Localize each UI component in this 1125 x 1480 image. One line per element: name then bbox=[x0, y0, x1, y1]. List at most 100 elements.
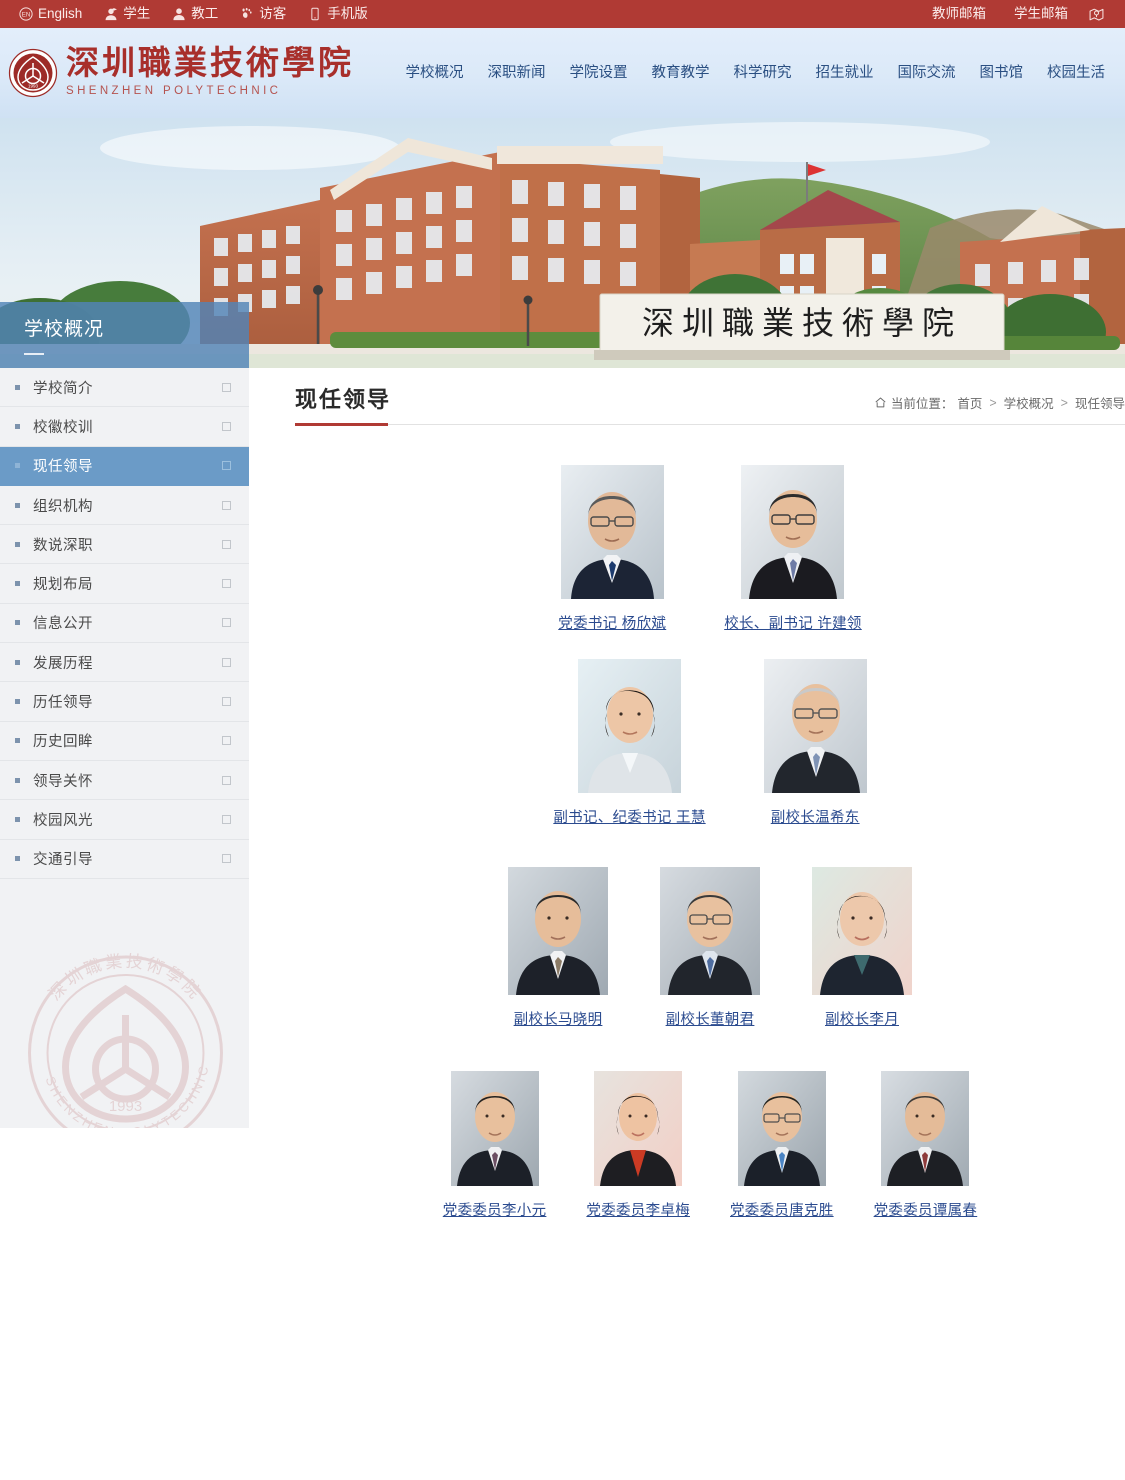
title-divider bbox=[295, 423, 1125, 426]
breadcrumb-item-school-overview[interactable]: 学校概况 bbox=[1004, 393, 1054, 412]
staff-icon bbox=[172, 7, 186, 21]
topbar-link-english[interactable]: EN English bbox=[8, 0, 93, 28]
leader-photo bbox=[450, 1071, 539, 1186]
square-icon bbox=[222, 382, 231, 392]
leader-name[interactable]: 副校长董朝君 bbox=[666, 1008, 755, 1029]
sidebar-item-development-history[interactable]: 发展历程 bbox=[0, 643, 249, 683]
nav-item-international[interactable]: 国际交流 bbox=[886, 55, 968, 91]
map-pin-icon[interactable] bbox=[1082, 6, 1105, 23]
nav-item-campus-life[interactable]: 校园生活 bbox=[1035, 55, 1117, 91]
bullet-icon bbox=[15, 384, 20, 390]
square-icon bbox=[222, 697, 231, 707]
leader-name[interactable]: 副书记、纪委书记 王慧 bbox=[553, 806, 705, 827]
topbar-link-student-mail[interactable]: 学生邮箱 bbox=[1000, 0, 1082, 28]
sidebar-section-header: 学校概况 bbox=[0, 302, 249, 368]
school-seal-watermark-icon: 1993 深圳職業技術學院 SHENZHEN POLYTECHNIC bbox=[18, 952, 233, 1128]
leader-card[interactable]: 党委委员唐克胜 bbox=[730, 1071, 834, 1220]
sidebar-item-label: 数说深职 bbox=[33, 537, 93, 554]
leader-name[interactable]: 副校长温希东 bbox=[771, 806, 860, 827]
topbar-link-staff-label: 教工 bbox=[191, 6, 219, 21]
square-icon bbox=[222, 854, 231, 864]
svg-text:POLYTECHNIC: POLYTECHNIC bbox=[121, 1062, 212, 1128]
topbar-link-visitor-label: 访客 bbox=[259, 6, 287, 21]
topbar-link-student[interactable]: 学生 bbox=[93, 0, 161, 28]
leader-card[interactable]: 副校长董朝君 bbox=[660, 867, 760, 1029]
sidebar-item-label: 领导关怀 bbox=[33, 773, 93, 790]
sidebar-item-emblem-motto[interactable]: 校徽校训 bbox=[0, 407, 249, 447]
bullet-icon bbox=[15, 659, 20, 665]
leader-card[interactable]: 副校长温希东 bbox=[763, 659, 867, 827]
leader-name[interactable]: 副校长李月 bbox=[825, 1008, 899, 1029]
site-logo[interactable]: 1993 深圳職業技術學院 SHENZHEN POLYTECHNIC bbox=[0, 48, 354, 98]
leader-name[interactable]: 党委书记 杨欣斌 bbox=[558, 612, 666, 633]
leader-photo bbox=[508, 867, 608, 995]
square-icon bbox=[222, 500, 231, 510]
sidebar-item-current-leaders[interactable]: 现任领导 bbox=[0, 446, 249, 486]
sidebar-item-campus-scenery[interactable]: 校园风光 bbox=[0, 800, 249, 840]
sidebar-item-label: 历任领导 bbox=[33, 695, 93, 712]
sidebar-item-past-leaders[interactable]: 历任领导 bbox=[0, 682, 249, 722]
sidebar-item-statistics[interactable]: 数说深职 bbox=[0, 525, 249, 565]
sidebar-item-label: 校园风光 bbox=[33, 812, 93, 829]
leader-name[interactable]: 党委委员李卓梅 bbox=[586, 1199, 690, 1220]
leader-photo bbox=[737, 1071, 826, 1186]
nav-item-library[interactable]: 图书馆 bbox=[968, 55, 1036, 91]
leader-photo bbox=[560, 465, 664, 599]
bullet-icon bbox=[15, 541, 20, 547]
bullet-icon bbox=[15, 816, 20, 822]
leader-card[interactable]: 党委委员谭属春 bbox=[874, 1071, 978, 1220]
leader-name[interactable]: 校长、副书记 许建领 bbox=[724, 612, 862, 633]
leader-photo bbox=[763, 659, 867, 793]
square-icon bbox=[222, 618, 231, 628]
sidebar-item-transport-guide[interactable]: 交通引导 bbox=[0, 839, 249, 879]
leaders-list: 党委书记 杨欣斌 校长、副书记 许建领 副书记、纪委书记 王慧 副校长温希东 副… bbox=[295, 425, 1125, 1220]
square-icon bbox=[222, 461, 231, 471]
topbar-link-teacher-mail[interactable]: 教师邮箱 bbox=[918, 0, 1000, 28]
leader-name[interactable]: 党委委员唐克胜 bbox=[730, 1199, 834, 1220]
bullet-icon bbox=[15, 620, 20, 626]
leader-name[interactable]: 副校长马晓明 bbox=[514, 1008, 603, 1029]
sidebar-item-leader-care[interactable]: 领导关怀 bbox=[0, 760, 249, 801]
topbar-link-visitor[interactable]: 访客 bbox=[229, 0, 297, 28]
main-navigation: 学校概况 深职新闻 学院设置 教育教学 科学研究 招生就业 国际交流 图书馆 校… bbox=[394, 55, 1125, 91]
square-icon bbox=[222, 736, 231, 746]
sidebar-item-history-review[interactable]: 历史回眸 bbox=[0, 721, 249, 761]
sidebar-item-label: 历史回眸 bbox=[33, 734, 93, 751]
main-content: 现任领导 当前位置： 首页 > 学校概况 > 现任领导 党委书记 杨欣斌 校长、… bbox=[249, 368, 1125, 1222]
topbar-link-mobile[interactable]: 手机版 bbox=[297, 0, 379, 28]
square-icon bbox=[222, 775, 231, 785]
square-icon bbox=[222, 814, 231, 824]
visitor-icon bbox=[240, 7, 254, 21]
nav-item-education[interactable]: 教育教学 bbox=[640, 55, 722, 91]
leader-card[interactable]: 党委委员李小元 bbox=[443, 1071, 547, 1220]
sidebar-item-label: 组织机构 bbox=[33, 498, 93, 515]
leader-card[interactable]: 校长、副书记 许建领 bbox=[724, 465, 862, 633]
sidebar-item-planning[interactable]: 规划布局 bbox=[0, 564, 249, 604]
nav-item-colleges[interactable]: 学院设置 bbox=[558, 55, 640, 91]
sidebar-item-label: 信息公开 bbox=[33, 616, 93, 633]
bullet-icon bbox=[15, 777, 20, 783]
leader-card[interactable]: 党委委员李卓梅 bbox=[586, 1071, 690, 1220]
square-icon bbox=[222, 421, 231, 431]
leader-card[interactable]: 副校长李月 bbox=[812, 867, 912, 1029]
topbar-link-student-label: 学生 bbox=[123, 6, 151, 21]
nav-item-school-overview[interactable]: 学校概况 bbox=[394, 55, 476, 91]
top-utility-bar: EN English 学生 教工 访客 手机版 教师邮箱 学生邮箱 bbox=[0, 0, 1125, 28]
leader-card[interactable]: 党委书记 杨欣斌 bbox=[558, 465, 666, 633]
leader-name[interactable]: 党委委员谭属春 bbox=[874, 1199, 978, 1220]
student-icon bbox=[104, 7, 118, 21]
topbar-link-staff[interactable]: 教工 bbox=[161, 0, 229, 28]
bullet-icon bbox=[15, 856, 20, 862]
topbar-link-english-label: English bbox=[38, 6, 83, 21]
sidebar-item-organization[interactable]: 组织机构 bbox=[0, 485, 249, 526]
sidebar-item-intro[interactable]: 学校简介 bbox=[0, 368, 249, 408]
leader-name[interactable]: 党委委员李小元 bbox=[443, 1199, 547, 1220]
breadcrumb-item-home[interactable]: 首页 bbox=[957, 393, 982, 412]
leader-card[interactable]: 副校长马晓明 bbox=[508, 867, 608, 1029]
leader-card[interactable]: 副书记、纪委书记 王慧 bbox=[553, 659, 705, 827]
nav-item-admissions[interactable]: 招生就业 bbox=[804, 55, 886, 91]
mobile-icon bbox=[308, 7, 322, 21]
nav-item-news[interactable]: 深职新闻 bbox=[476, 55, 558, 91]
nav-item-research[interactable]: 科学研究 bbox=[722, 55, 804, 91]
sidebar-item-information-disclosure[interactable]: 信息公开 bbox=[0, 603, 249, 644]
